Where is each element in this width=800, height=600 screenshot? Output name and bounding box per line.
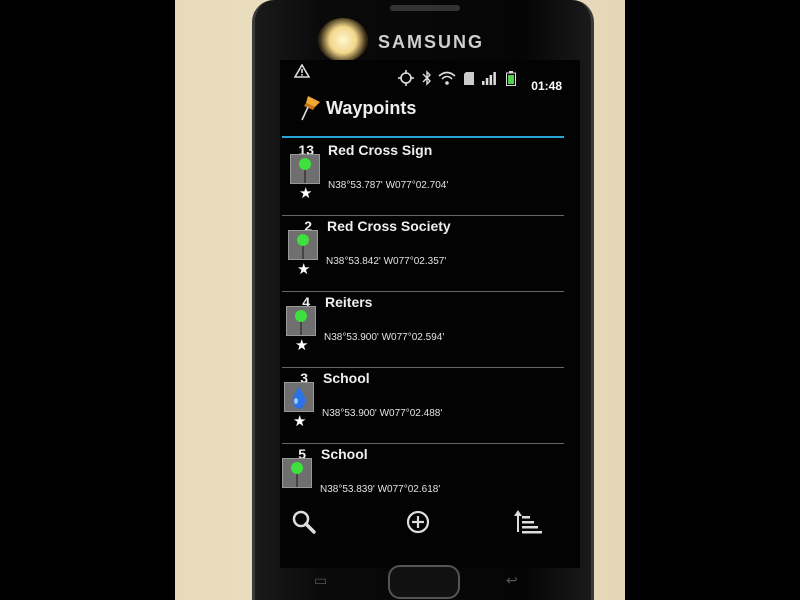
blue-drop-icon — [284, 382, 314, 412]
waypoint-name: Reiters — [325, 294, 373, 310]
waypoint-coords: N38°53.900' W077°02.488' — [322, 408, 443, 419]
wifi-icon — [438, 71, 456, 85]
waypoint-list[interactable]: 13 Red Cross Sign ★ N38°53.787' W077°02.… — [280, 140, 580, 498]
waypoint-coords: N38°53.839' W077°02.618' — [320, 484, 441, 495]
waypoint-coords: N38°53.842' W077°02.357' — [326, 256, 447, 267]
title-bar: Waypoints — [280, 96, 580, 124]
waypoint-row[interactable]: 3 School ★ N38°53.900' W077°02.488' — [280, 368, 580, 444]
green-pin-icon — [288, 230, 318, 260]
waypoint-name: Red Cross Society — [327, 218, 451, 234]
waypoint-row[interactable]: 2 Red Cross Society ★ N38°53.842' W077°0… — [280, 216, 580, 292]
gps-icon — [398, 70, 414, 86]
sort-icon[interactable] — [512, 506, 544, 538]
waypoint-coords: N38°53.900' W077°02.594' — [324, 332, 445, 343]
signal-icon — [482, 72, 496, 85]
pushpin-icon — [301, 96, 320, 121]
battery-icon — [506, 71, 516, 86]
star-icon[interactable]: ★ — [293, 412, 306, 430]
brand-logo: SAMSUNG — [378, 32, 485, 52]
back-key-icon[interactable]: ↩ — [506, 572, 518, 589]
star-icon[interactable]: ★ — [299, 184, 312, 202]
waypoint-row[interactable]: 5 School N38°53.839' W077°02.618' — [280, 444, 580, 498]
waypoint-coords: N38°53.787' W077°02.704' — [328, 180, 449, 191]
waypoint-name: School — [321, 446, 368, 462]
green-pin-icon — [282, 458, 312, 488]
star-icon[interactable]: ★ — [295, 336, 308, 354]
warning-icon — [294, 64, 310, 78]
green-pin-icon — [286, 306, 316, 336]
green-pin-icon — [290, 154, 320, 184]
bottom-toolbar — [280, 500, 580, 544]
star-icon[interactable]: ★ — [297, 260, 310, 278]
search-icon[interactable] — [288, 506, 320, 538]
page-title: Waypoints — [326, 98, 417, 118]
sd-card-icon — [464, 72, 474, 85]
title-underline — [282, 136, 564, 138]
home-button[interactable] — [388, 565, 460, 599]
waypoint-row[interactable]: 4 Reiters ★ N38°53.900' W077°02.594' — [280, 292, 580, 368]
menu-key-icon[interactable]: ▭ — [314, 572, 327, 589]
light-glare — [318, 18, 368, 62]
add-icon[interactable] — [402, 506, 434, 538]
status-clock: 01:48 — [531, 79, 562, 93]
phone-screen: 01:48 Waypoints 13 Red Cross Sign ★ N38°… — [280, 60, 580, 568]
bluetooth-icon — [422, 70, 431, 86]
waypoint-row[interactable]: 13 Red Cross Sign ★ N38°53.787' W077°02.… — [280, 140, 580, 216]
status-bar: 01:48 — [280, 60, 580, 93]
waypoint-name: Red Cross Sign — [328, 142, 433, 158]
waypoint-name: School — [323, 370, 370, 386]
earpiece-speaker — [390, 5, 460, 11]
